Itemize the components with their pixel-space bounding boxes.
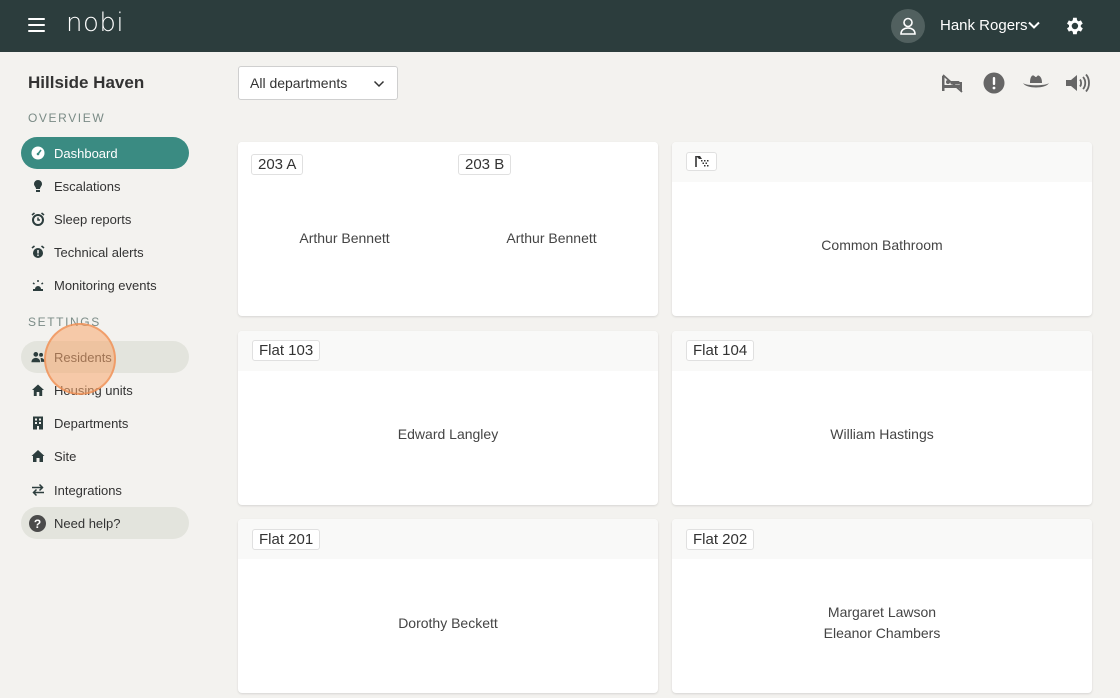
sidebar-item-label: Integrations xyxy=(54,482,122,498)
resident-name: Arthur Bennett xyxy=(506,230,597,246)
settings-section-label: SETTINGS xyxy=(28,315,101,329)
sidebar-item-label: Site xyxy=(54,448,77,464)
home-icon xyxy=(31,449,45,463)
users-icon xyxy=(31,350,45,364)
chevron-down-icon[interactable] xyxy=(1027,18,1041,32)
department-select[interactable]: All departments xyxy=(238,66,398,100)
svg-text:?: ? xyxy=(34,517,41,531)
bed-icon xyxy=(942,74,963,93)
bed-filter-button[interactable] xyxy=(937,68,967,98)
card-header xyxy=(672,142,1092,182)
sound-button[interactable] xyxy=(1063,68,1093,98)
room-card[interactable]: Common Bathroom xyxy=(672,142,1092,316)
site-name: Hillside Haven xyxy=(28,73,145,92)
card-header: Flat 103 xyxy=(238,331,658,371)
question-circle-icon: ? xyxy=(29,514,46,532)
housing-icon xyxy=(31,383,45,397)
cowboy-hat-icon xyxy=(1023,75,1049,88)
room-card[interactable]: Flat 202 Margaret Lawson Eleanor Chamber… xyxy=(672,519,1092,693)
sidebar-item-label: Sleep reports xyxy=(54,211,132,227)
gear-icon[interactable] xyxy=(1063,15,1085,37)
help-button[interactable]: ? Need help? xyxy=(21,507,189,539)
unit-tag: Flat 201 xyxy=(252,529,321,550)
sidebar-item-integrations[interactable]: Integrations xyxy=(21,474,189,506)
room-card[interactable]: Flat 103 Edward Langley xyxy=(238,331,658,505)
resident-name: Edward Langley xyxy=(397,426,499,442)
resident-name: Margaret Lawson xyxy=(827,604,937,620)
room-name: Common Bathroom xyxy=(821,237,943,253)
sidebar-item-departments[interactable]: Departments xyxy=(21,407,189,439)
unit-tag: 203 B xyxy=(458,154,512,175)
alert-filter-button[interactable] xyxy=(979,68,1009,98)
sidebar-item-housing-units[interactable]: Housing units xyxy=(21,374,189,406)
unit-tag: Flat 103 xyxy=(252,340,321,361)
overview-section-label: OVERVIEW xyxy=(28,111,106,125)
building-icon xyxy=(31,416,45,430)
room-card[interactable]: Flat 201 Dorothy Beckett xyxy=(238,519,658,693)
unit-tag: Flat 202 xyxy=(686,529,755,550)
card-header: Flat 104 xyxy=(672,331,1092,371)
volume-icon xyxy=(1066,73,1090,93)
sidebar-item-residents[interactable]: Residents xyxy=(21,341,189,373)
sidebar-item-monitoring-events[interactable]: Monitoring events xyxy=(21,269,189,301)
sidebar-item-label: Departments xyxy=(54,415,129,431)
sidebar-item-label: Residents xyxy=(54,349,112,365)
escalation-icon xyxy=(31,179,45,193)
sidebar-item-sleep-reports[interactable]: Sleep reports xyxy=(21,203,189,235)
resident-name: Arthur Bennett xyxy=(299,230,390,246)
sidebar-item-technical-alerts[interactable]: Technical alerts xyxy=(21,236,189,268)
card-header: Flat 202 xyxy=(672,519,1092,559)
sidebar-item-dashboard[interactable]: Dashboard xyxy=(21,137,189,169)
sidebar-item-label: Monitoring events xyxy=(54,277,157,293)
top-bar: nobi Hank Rogers xyxy=(0,0,1120,52)
sidebar-item-site[interactable]: Site xyxy=(21,440,189,472)
chevron-down-icon xyxy=(373,80,385,88)
hat-filter-button[interactable] xyxy=(1021,68,1051,98)
sidebar-item-label: Escalations xyxy=(54,178,121,194)
hamburger-menu-icon[interactable] xyxy=(28,18,45,34)
user-icon xyxy=(900,17,916,35)
monitoring-icon xyxy=(31,278,45,292)
dashboard-icon xyxy=(31,146,45,160)
card-header: 203 A 203 B xyxy=(238,142,658,182)
room-card[interactable]: Flat 104 William Hastings xyxy=(672,331,1092,505)
resident-name: Dorothy Beckett xyxy=(398,615,498,631)
alarm-clock-icon xyxy=(31,212,45,226)
unit-tag: Flat 104 xyxy=(686,340,755,361)
unit-tag: 203 A xyxy=(251,154,304,175)
sidebar-item-escalations[interactable]: Escalations xyxy=(21,170,189,202)
resident-name: William Hastings xyxy=(830,426,934,442)
user-name[interactable]: Hank Rogers xyxy=(940,17,1028,34)
resident-name: Eleanor Chambers xyxy=(823,625,941,641)
app-logo[interactable]: nobi xyxy=(66,8,124,38)
sidebar-item-label: Dashboard xyxy=(54,145,118,161)
swap-icon xyxy=(31,483,45,497)
department-select-value: All departments xyxy=(250,75,348,91)
user-avatar[interactable] xyxy=(891,9,925,43)
shower-icon xyxy=(686,152,717,171)
technical-alert-icon xyxy=(31,245,45,259)
sidebar-item-label: Housing units xyxy=(54,382,133,398)
sidebar-item-label: Technical alerts xyxy=(54,244,144,260)
help-label: Need help? xyxy=(54,515,121,531)
room-card[interactable]: 203 A 203 B Arthur Bennett Arthur Bennet… xyxy=(238,142,658,316)
card-header: Flat 201 xyxy=(238,519,658,559)
exclamation-circle-icon xyxy=(983,72,1005,94)
